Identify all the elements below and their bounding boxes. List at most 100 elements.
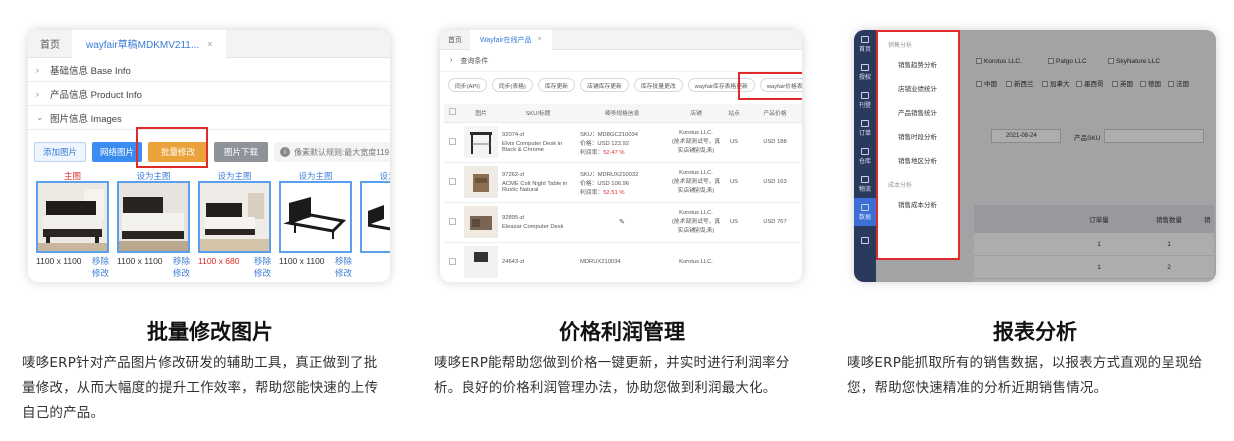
remove-link[interactable]: 移除 xyxy=(173,256,190,266)
desc-line: 唛哆ERP能帮助您做到价格一键更新，并实时进行利润率分 xyxy=(434,355,790,371)
nav-listing[interactable]: 刊登 xyxy=(854,86,876,114)
desc-line: 唛哆ERP能抓取所有的销售数据，以报表方式直观的呈现给 xyxy=(847,355,1203,371)
nav-data[interactable]: 数据 xyxy=(854,198,876,226)
remove-link[interactable]: 移除 xyxy=(92,256,109,266)
bed-frame-image[interactable] xyxy=(279,181,352,253)
section-label: 产品信息 Product Info xyxy=(50,89,142,101)
bed-photo-image[interactable] xyxy=(117,181,190,253)
query-conditions-toggle[interactable]: › 查询条件 xyxy=(440,50,802,72)
nav-label: 订单 xyxy=(858,130,871,137)
row-checkbox[interactable] xyxy=(448,137,456,145)
main-image-label: 主图 xyxy=(63,171,81,181)
nav-home[interactable]: 首页 xyxy=(854,30,876,58)
tab-home[interactable]: 首页 xyxy=(440,35,470,45)
orders-icon xyxy=(861,119,869,127)
set-main-image-link[interactable]: 设为主图 xyxy=(360,170,390,181)
bed-frame-image[interactable] xyxy=(360,181,390,253)
edit-link[interactable]: 修改 xyxy=(335,268,352,278)
remove-link[interactable]: 移除 xyxy=(335,256,352,266)
edit-link[interactable]: 修改 xyxy=(254,268,271,278)
product-price: USD 767 xyxy=(746,202,802,243)
menu-item-product-sales[interactable]: 产品销售统计 xyxy=(878,100,958,124)
section-base-info[interactable]: › 基础信息 Base Info xyxy=(28,58,390,82)
listing-icon xyxy=(861,91,869,99)
nav-auth[interactable]: 授权 xyxy=(854,58,876,86)
product-title[interactable]: Eleazar Computer Desk xyxy=(502,224,574,230)
add-image-button[interactable]: 添加图片 xyxy=(34,142,87,162)
desc-line: 自己的产品。 xyxy=(22,405,105,421)
nav-settings[interactable] xyxy=(854,226,876,254)
section-images[interactable]: ⌄ 图片信息 Images xyxy=(28,106,390,130)
table-row[interactable]: 24643-zl MDRUX210034 Korotus LLC. xyxy=(444,242,802,282)
spec-sku: SKU：MDRUX210032 xyxy=(580,171,639,178)
image-gallery: 主图 1100 x 1100 移除 修改 设为主图 1100 x 1100 移除 修改 … xyxy=(36,170,390,279)
desc-line: 唛哆ERP针对产品图片修改研发的辅助工具，真正做到了批 xyxy=(22,355,378,371)
feature-description: 唛哆ERP针对产品图片修改研发的辅助工具，真正做到了批 量修改，从而大幅度的提升… xyxy=(22,351,402,426)
menu-item-shop-performance[interactable]: 店铺业绩统计 xyxy=(878,76,958,100)
pixel-rule-hint: i 像素默认规则:最大宽度119 xyxy=(274,142,390,162)
close-icon[interactable]: × xyxy=(537,36,541,43)
edit-link[interactable]: 修改 xyxy=(173,268,190,278)
edit-link[interactable]: 修改 xyxy=(92,268,109,278)
nav-orders[interactable]: 订单 xyxy=(854,114,876,142)
menu-item-sales-region[interactable]: 销售地区分析 xyxy=(878,148,958,172)
menu-item-sales-cost[interactable]: 销售成本分析 xyxy=(878,192,958,216)
download-images-button[interactable]: 图片下载 xyxy=(214,142,269,162)
nav-warehouse[interactable]: 仓库 xyxy=(854,142,876,170)
row-checkbox[interactable] xyxy=(448,177,456,185)
menu-item-sales-trend[interactable]: 销售趋势分析 xyxy=(878,52,958,76)
table-row[interactable]: 92895-zl Eleazar Computer Desk ✎ Korotus … xyxy=(444,202,802,243)
nav-label: 数据 xyxy=(858,214,871,221)
feature-description: 唛哆ERP能抓取所有的销售数据，以报表方式直观的呈现给 您，帮助您快速精准的分析… xyxy=(847,351,1227,401)
sku: 92895-zl xyxy=(502,214,525,221)
net-image-button[interactable]: 网络图片 xyxy=(92,142,143,162)
spec-price: 价格：USD 123.92 xyxy=(580,140,629,147)
section-product-info[interactable]: › 产品信息 Product Info xyxy=(28,82,390,106)
nav-label: 刊登 xyxy=(858,102,871,109)
logistics-icon xyxy=(861,175,869,183)
tab-wayfair-draft[interactable]: wayfair草稿MDKMV211... × xyxy=(72,30,227,58)
set-main-image-link[interactable]: 设为主图 xyxy=(279,170,352,181)
price-profit-screenshot: 首页 Wayfair在线产品 × › 查询条件 同步(API) 同步(表格) 库存… xyxy=(440,30,802,282)
site: US xyxy=(722,202,746,243)
highlight-box xyxy=(136,127,208,168)
row-checkbox[interactable] xyxy=(448,257,456,265)
set-main-image-link[interactable]: 设为主图 xyxy=(117,170,190,181)
select-all-checkbox[interactable] xyxy=(448,108,456,116)
close-icon[interactable]: × xyxy=(207,39,212,49)
gear-icon xyxy=(861,236,869,244)
gallery-item: 设为主图 xyxy=(360,170,390,279)
tab-home[interactable]: 首页 xyxy=(28,36,72,51)
data-submenu: 销售分析 销售趋势分析 店铺业绩统计 产品销售统计 销售时段分析 销售地区分析 … xyxy=(876,30,960,260)
shop-stock-update-button[interactable]: 店铺库存更新 xyxy=(580,78,629,92)
sync-sheet-button[interactable]: 同步(表格) xyxy=(491,78,533,92)
edit-icon[interactable]: ✎ xyxy=(574,202,670,243)
row-checkbox[interactable] xyxy=(448,217,456,225)
profit-label: 利润率： xyxy=(580,149,604,156)
sync-api-button[interactable]: 同步(API) xyxy=(448,78,487,92)
remove-link[interactable]: 移除 xyxy=(254,256,271,266)
menu-item-sales-period[interactable]: 销售时段分析 xyxy=(878,124,958,148)
col-price: 产品价格 xyxy=(746,104,802,123)
tab-bar: 首页 Wayfair在线产品 × xyxy=(440,30,802,50)
nav-logistics[interactable]: 物流 xyxy=(854,170,876,198)
product-price: USD 163 xyxy=(746,162,802,203)
table-row[interactable]: 92074-zl Elvis Computer Desk in Black & C… xyxy=(444,122,802,163)
image-size: 1100 x 1100 xyxy=(279,256,325,266)
sku: 92074-zl xyxy=(502,131,525,138)
profit-rate: 52.51 % xyxy=(603,189,625,196)
gallery-item: 设为主图 1100 x 1100 移除修改 xyxy=(279,170,352,279)
product-title[interactable]: Elvis Computer Desk in Black & Chrome xyxy=(502,141,574,153)
bed-photo-image[interactable] xyxy=(198,181,271,253)
col-shop: 店铺 xyxy=(670,104,722,123)
stock-update-button[interactable]: 库存更新 xyxy=(537,78,576,92)
image-size: 1100 x 1100 xyxy=(117,256,163,266)
batch-stock-edit-button[interactable]: 库存批量更改 xyxy=(633,78,683,92)
bed-photo-image[interactable] xyxy=(36,181,109,253)
product-title[interactable]: ACME Colt Night Table in Rustic Natural xyxy=(502,181,574,193)
tab-wayfair-online[interactable]: Wayfair在线产品 × xyxy=(470,30,552,50)
set-main-image-link[interactable]: 设为主图 xyxy=(198,170,271,181)
nav-label: 仓库 xyxy=(858,158,871,165)
chevron-right-icon: › xyxy=(36,64,39,75)
table-row[interactable]: 97262-zl ACME Colt Night Table in Rustic … xyxy=(444,162,802,203)
